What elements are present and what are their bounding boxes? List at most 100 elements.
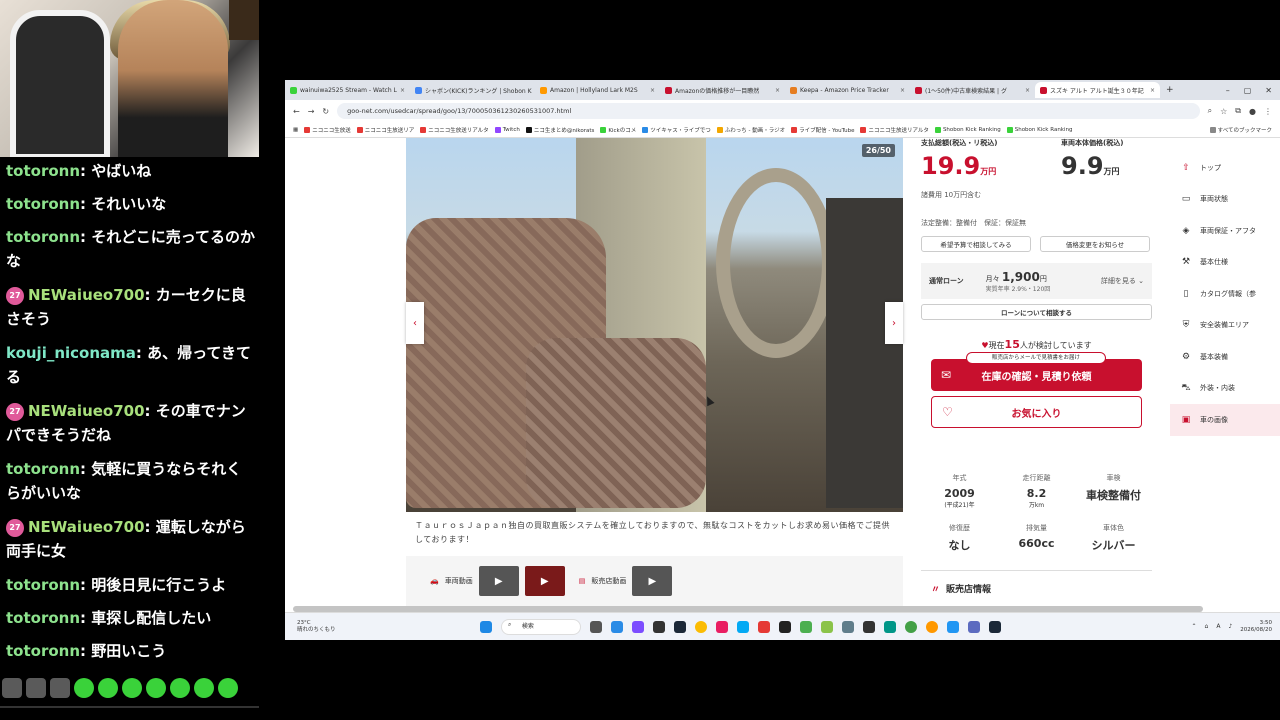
- app-icon[interactable]: [800, 620, 812, 633]
- reload-icon[interactable]: ↻: [322, 107, 329, 116]
- bookmark[interactable]: ライブ配信 - YouTube: [791, 126, 854, 134]
- bookmark[interactable]: ニコニコ生放送: [304, 126, 351, 134]
- profile-icon[interactable]: ●: [1249, 107, 1256, 116]
- app-icon[interactable]: [821, 620, 833, 633]
- steam-icon[interactable]: [989, 620, 1001, 633]
- bookmark[interactable]: ニコニコ生放送リア: [356, 126, 414, 134]
- app-icon[interactable]: [863, 620, 875, 633]
- chevron-up-icon[interactable]: ⌃: [1192, 623, 1197, 630]
- loan-consult-button[interactable]: ローンについて相談する: [921, 304, 1152, 320]
- extensions-icon[interactable]: ⧉: [1235, 106, 1241, 116]
- close-icon[interactable]: ×: [400, 87, 405, 94]
- dealer-info-header[interactable]: 〃販売店情報: [921, 570, 1152, 606]
- bookmark[interactable]: Twitch: [494, 126, 520, 133]
- video-thumbnail[interactable]: ▶: [524, 566, 565, 596]
- minimize-icon[interactable]: –: [1226, 86, 1230, 95]
- favorite-button[interactable]: ♡ お気に入り: [931, 396, 1142, 428]
- subscriber-badge: 27: [6, 518, 24, 537]
- side-menu-item-warranty[interactable]: ◈ 車両保証・アフタ: [1170, 215, 1280, 247]
- app-icon[interactable]: [884, 620, 896, 633]
- app-icon[interactable]: [737, 620, 749, 633]
- ime-indicator[interactable]: A: [1216, 623, 1220, 630]
- close-window-icon[interactable]: ✕: [1265, 86, 1272, 95]
- spec-value: シルバー: [1091, 539, 1136, 552]
- close-icon[interactable]: ×: [1025, 87, 1030, 94]
- dealer-info-label: 販売店情報: [946, 585, 992, 595]
- consult-button[interactable]: 希望予算で相談してみる: [921, 236, 1031, 252]
- bookmark[interactable]: ニコニコ生放送リアルタ: [420, 126, 489, 134]
- side-menu-item-specs[interactable]: ⚒ 基本仕様: [1170, 247, 1280, 279]
- side-menu-item-images[interactable]: ▣ 車の画像: [1170, 404, 1280, 436]
- bookmark-label: ニコ生まとめ@nikorats: [533, 127, 595, 134]
- side-menu-item-safety[interactable]: ⛨ 安全装備エリア: [1170, 310, 1280, 342]
- tab-bar: wainuiwa2525 Stream - Watch L × シャボン(KICK…: [285, 80, 1280, 100]
- weather-widget[interactable]: 23°C 晴れのちくもり: [285, 620, 385, 634]
- browser-tab[interactable]: Amazon | Hollyland Lark M2S ×: [535, 82, 660, 98]
- spec-sub: 万km: [1028, 502, 1045, 509]
- app-icon[interactable]: [779, 620, 791, 633]
- heart-app-icon[interactable]: [758, 620, 770, 633]
- chat-text: やばいね: [91, 162, 152, 180]
- side-menu-item-condition[interactable]: ▭ 車両状態: [1170, 184, 1280, 216]
- app-icon[interactable]: [716, 620, 728, 633]
- app-icon[interactable]: [674, 620, 686, 633]
- price-alert-button[interactable]: 価格変更をお知らせ: [1040, 236, 1150, 252]
- browser-tab[interactable]: シャボン(KICK)ランキング | Shobon K×: [410, 82, 535, 98]
- video-thumbnail[interactable]: ▶: [478, 566, 519, 596]
- side-menu-item-top[interactable]: ⇧ トップ: [1170, 152, 1280, 184]
- app-icon[interactable]: [611, 620, 623, 633]
- bookmark[interactable]: ニコ生まとめ@nikorats: [525, 126, 595, 134]
- video-thumbnail[interactable]: ▶: [632, 566, 673, 596]
- chrome-icon[interactable]: [695, 620, 707, 633]
- side-menu-item-catalog[interactable]: ▯ カタログ情報（参: [1170, 278, 1280, 310]
- back-icon[interactable]: ←: [293, 107, 300, 116]
- address-bar[interactable]: goo-net.com/usedcar/spread/goo/13/700050…: [337, 103, 1200, 119]
- loan-more-label: 詳細を見る: [1100, 277, 1136, 285]
- side-menu-item-equipment[interactable]: ⚙ 基本装備: [1170, 341, 1280, 373]
- taskbar-search[interactable]: ⌕ 検索: [501, 618, 581, 635]
- side-menu-item-exterior[interactable]: ⛍ 外装・内装: [1170, 373, 1280, 405]
- app-icon[interactable]: [590, 620, 602, 633]
- zoom-icon[interactable]: ⌕: [1208, 106, 1212, 116]
- bookmark[interactable]: ニコニコ生放送リアルタ: [860, 126, 929, 134]
- app-icon[interactable]: [842, 620, 854, 633]
- next-photo-button[interactable]: ›: [885, 302, 903, 344]
- browser-tab[interactable]: Amazonの価格推移が一目瞭然 ×: [660, 82, 785, 98]
- browser-tab[interactable]: Keepa - Amazon Price Tracker ×: [785, 82, 910, 98]
- chat-username: totoronn: [6, 162, 81, 180]
- app-icon[interactable]: [632, 620, 644, 633]
- chat-message: totoronn: 野田いこう: [6, 639, 256, 663]
- start-icon[interactable]: [480, 620, 492, 633]
- bookmark[interactable]: ツイキャス・ライブでつ: [642, 126, 711, 134]
- tab-title: Keepa - Amazon Price Tracker: [800, 86, 889, 94]
- close-icon[interactable]: ×: [775, 87, 780, 94]
- close-icon[interactable]: ×: [1150, 87, 1155, 94]
- bookmark[interactable]: ふわっち - 動画・ラジオ: [716, 126, 785, 134]
- app-icon[interactable]: [926, 620, 938, 633]
- new-tab-button[interactable]: +: [1160, 85, 1180, 95]
- close-icon[interactable]: ×: [900, 87, 905, 94]
- forward-icon[interactable]: →: [308, 107, 315, 116]
- browser-tab[interactable]: wainuiwa2525 Stream - Watch L ×: [285, 82, 410, 98]
- all-bookmarks[interactable]: すべてのブックマーク: [1209, 126, 1272, 134]
- apps-icon[interactable]: ▦: [293, 127, 298, 133]
- bookmark-star-icon[interactable]: ☆: [1220, 107, 1227, 116]
- maximize-icon[interactable]: ▢: [1244, 86, 1252, 95]
- volume-icon[interactable]: ♪: [1228, 623, 1232, 630]
- menu-icon[interactable]: ⋮: [1264, 107, 1272, 116]
- bookmark[interactable]: Kickのコメ: [600, 126, 636, 134]
- clock[interactable]: 3:50 2026/08/20: [1240, 620, 1272, 634]
- browser-tab[interactable]: (1～50件)中古車検索結果 | グ ×: [910, 82, 1035, 98]
- browser-tab-active[interactable]: スズキ アルト アルト誕生３０年記 ×: [1035, 82, 1160, 98]
- bookmark[interactable]: Shobon Kick Ranking: [1006, 126, 1073, 133]
- app-icon[interactable]: [653, 620, 665, 633]
- app-icon[interactable]: [968, 620, 980, 633]
- close-icon[interactable]: ×: [650, 87, 655, 94]
- app-icon[interactable]: [947, 620, 959, 633]
- prev-photo-button[interactable]: ‹: [406, 302, 424, 344]
- watchers-note: ♥現在15人が検討しています: [921, 338, 1152, 351]
- app-icon[interactable]: [905, 620, 917, 633]
- network-icon[interactable]: ⌂: [1205, 623, 1209, 630]
- loan-more-link[interactable]: 詳細を見る ⌄: [1101, 276, 1152, 286]
- bookmark[interactable]: Shobon Kick Ranking: [934, 126, 1001, 133]
